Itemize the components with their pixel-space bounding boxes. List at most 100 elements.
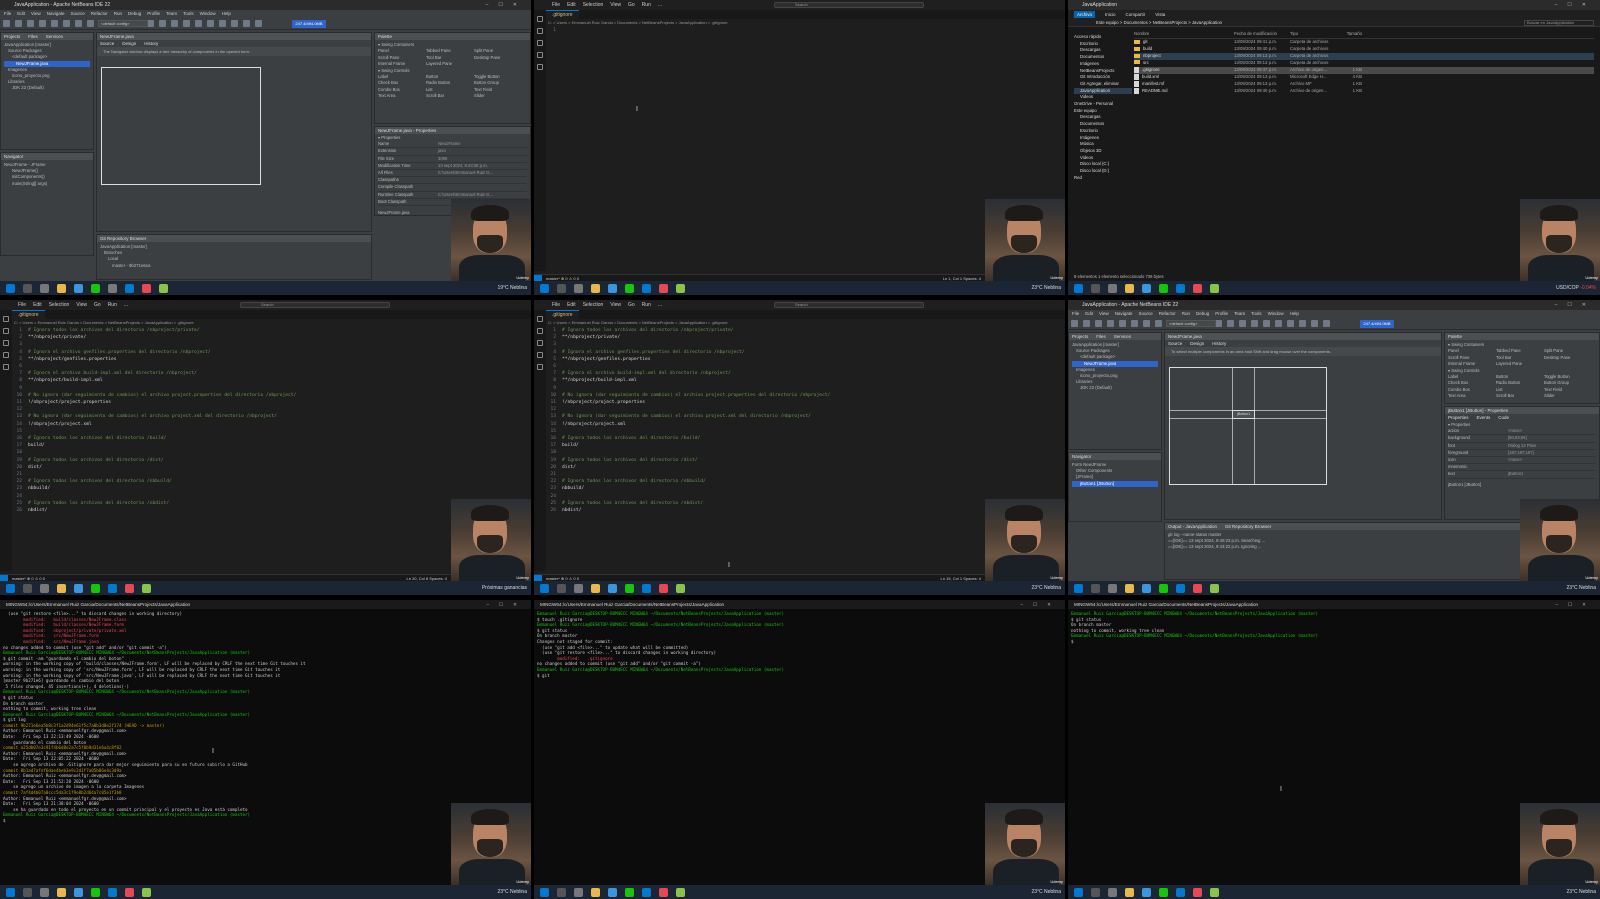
nav-item[interactable]: Documentos (1074, 54, 1132, 61)
nav-item[interactable]: Git Introducción (1074, 74, 1132, 81)
code-line[interactable]: 13 # No ignora (dar seguimiento de cambio… (12, 413, 451, 420)
vscode-icon[interactable] (108, 887, 117, 897)
menu-item[interactable]: Navigate (1115, 311, 1133, 316)
code-line[interactable]: 7 # Ignora el archivo build-impl.xml del … (12, 370, 451, 377)
properties-tab[interactable]: Properties (1448, 415, 1469, 420)
palette-item[interactable]: Scroll Bar (426, 93, 474, 99)
explorer-icon[interactable] (1125, 887, 1134, 897)
menu-item[interactable]: ... (658, 302, 662, 308)
search-icon[interactable] (557, 583, 566, 593)
file-list-header[interactable]: Nombre Fecha de modificación Tipo Tamaño (1134, 31, 1594, 39)
column-header[interactable]: Nombre (1134, 31, 1234, 38)
code-line[interactable]: 14 !/nbproject/project.xml (546, 421, 985, 428)
chrome-icon[interactable] (91, 283, 100, 293)
search-icon[interactable] (557, 283, 566, 293)
weather-tray[interactable]: 19°C Neblina (497, 285, 527, 291)
code-editor[interactable]: 1 # Ignora todos los archivos del directo… (546, 327, 985, 571)
tree-item[interactable]: jButton1 [JButton] (1072, 480, 1158, 487)
property-value[interactable]: Dialog 12 Plain (1508, 443, 1536, 449)
search-input[interactable]: Search (774, 302, 924, 308)
palette-item[interactable]: Text Area (1448, 393, 1496, 399)
property-value[interactable]: 3096 (438, 156, 447, 162)
activity-bar[interactable] (534, 310, 546, 571)
file-tab[interactable]: NewJFrame.java (97, 33, 371, 40)
palette-item[interactable]: Layered Pane (1496, 361, 1544, 367)
property-value[interactable]: jButton1 (1508, 471, 1523, 477)
netbeans-toolbar[interactable] (1068, 318, 1600, 330)
netbeans-icon[interactable] (676, 583, 685, 593)
nav-item[interactable]: Acceso rápido (1074, 34, 1132, 41)
breadcrumb[interactable]: C: > Users > Emmanuel Ruiz Garcia > Docu… (14, 320, 194, 325)
explorer-search[interactable]: Buscar en JavaApplication (1524, 20, 1594, 26)
nav-item[interactable]: Objetos 3D (1074, 148, 1132, 155)
code-line[interactable]: 19 # Ignora todos los archivos del direct… (546, 457, 985, 464)
taskview-icon[interactable] (40, 583, 49, 593)
output-tabs[interactable]: Output - JavaApplication Git Repository B… (1165, 523, 1563, 530)
search-input[interactable]: Search (240, 302, 390, 308)
obs-icon[interactable] (659, 283, 668, 293)
vscode-icon[interactable] (108, 583, 117, 593)
taskview-icon[interactable] (40, 887, 49, 897)
nav-item[interactable]: Escritorio (1074, 41, 1132, 48)
palette-list[interactable]: ▾ Swing Containers Panel Tabbed Pane Split … (375, 40, 530, 102)
edge-icon[interactable] (608, 283, 617, 293)
menu-item[interactable]: Debug (128, 11, 141, 16)
taskview-icon[interactable] (574, 283, 583, 293)
weather-tray[interactable]: 23°C Neblina (1031, 585, 1061, 591)
code-editor[interactable]: 1 # Ignora todos los archivos del directo… (12, 327, 451, 571)
code-line[interactable]: 26 nbdist/ (546, 507, 985, 514)
property-value[interactable]: [60,63,65] (1508, 435, 1527, 441)
menu-item[interactable]: Help (222, 11, 231, 16)
palette-item[interactable]: Desktop Pane (474, 55, 522, 61)
tree-item[interactable]: master - 9b271e6ea (100, 263, 368, 269)
file-row[interactable]: src 13/09/2024 09:13 p.m. Carpeta de archi… (1134, 60, 1594, 67)
code-line[interactable]: 2 **/nbproject/private/ (12, 334, 451, 341)
explorer-icon[interactable] (591, 887, 600, 897)
explorer-icon[interactable] (1125, 283, 1134, 293)
code-line[interactable]: 12 (12, 406, 451, 413)
code-line[interactable]: 18 (12, 449, 451, 456)
menu-item[interactable]: Go (94, 302, 101, 308)
property-row[interactable]: Name NewJFrame (378, 141, 527, 149)
jbutton1[interactable]: jButton1 (1232, 410, 1255, 419)
activity-bar[interactable] (534, 10, 546, 271)
tab[interactable]: Files (28, 34, 38, 39)
code-line[interactable]: 15 (546, 428, 985, 435)
design-tab[interactable]: Source (1168, 341, 1182, 346)
properties-table[interactable]: ▾ Properties Name NewJFrame Extension java Fi… (375, 134, 530, 207)
menu-item[interactable]: Window (200, 11, 216, 16)
file-row[interactable]: .gitignore 13/09/2024 09:47 p.m. Archivo d… (1134, 66, 1594, 74)
breadcrumb[interactable]: C: > Users > Emmanuel Ruiz Garcia > Docu… (548, 320, 728, 325)
code-line[interactable]: 19 # Ignora todos los archivos del direct… (12, 457, 451, 464)
netbeans-toolbar[interactable] (0, 18, 531, 30)
edge-icon[interactable] (1142, 887, 1151, 897)
navigator-tree[interactable]: Form NewJFrame Other Components [JFrame] jB… (1069, 460, 1161, 489)
chrome-icon[interactable] (1159, 583, 1168, 593)
menu-item[interactable]: Team (1234, 311, 1245, 316)
file-tab[interactable]: NewJFrame.java (1165, 333, 1441, 340)
property-value[interactable]: <none> (1508, 428, 1522, 434)
git-tree[interactable]: JavaApplication [master] Branches Local mas… (97, 242, 371, 271)
taskbar[interactable]: 23°C Neblina (1068, 581, 1600, 595)
design-tab[interactable]: Source (100, 41, 114, 46)
currency-tray[interactable]: USD/COP -0.04% (1556, 285, 1596, 291)
menu-item[interactable]: Selection (583, 2, 604, 8)
file-row[interactable]: build.xml 13/09/2024 09:13 p.m. Microsoft … (1134, 73, 1594, 81)
explorer-icon[interactable] (591, 583, 600, 593)
nav-item[interactable]: OneDrive - Personal (1074, 101, 1132, 108)
navigator-tree[interactable]: NewJFrame - JFrame NewJFrame() initCompone… (1, 160, 93, 189)
property-row[interactable]: Runtime Classpath C:\Users\Emmanuel Ruiz … (378, 192, 527, 199)
code-line[interactable]: 18 (546, 449, 985, 456)
netbeans-menu[interactable]: File Edit View Navigate Source Refactor Run Deb… (0, 10, 531, 18)
taskbar[interactable]: 23°C Neblina (0, 885, 531, 899)
menu-item[interactable]: Tools (183, 11, 194, 16)
property-row[interactable]: Classpaths (378, 177, 527, 185)
menu-item[interactable]: ... (658, 2, 662, 8)
palette-list[interactable]: ▾ Swing Containers Panel Tabbed Pane Split … (1445, 340, 1599, 402)
design-tab[interactable]: History (144, 41, 158, 46)
taskbar[interactable]: 23°C Neblina (534, 281, 1065, 295)
taskview-icon[interactable] (574, 583, 583, 593)
menu-item[interactable]: Edit (567, 2, 576, 8)
menu-item[interactable]: Source (1138, 311, 1152, 316)
netbeans-menu[interactable]: File Edit View Navigate Source Refactor Run Deb… (1068, 310, 1600, 318)
